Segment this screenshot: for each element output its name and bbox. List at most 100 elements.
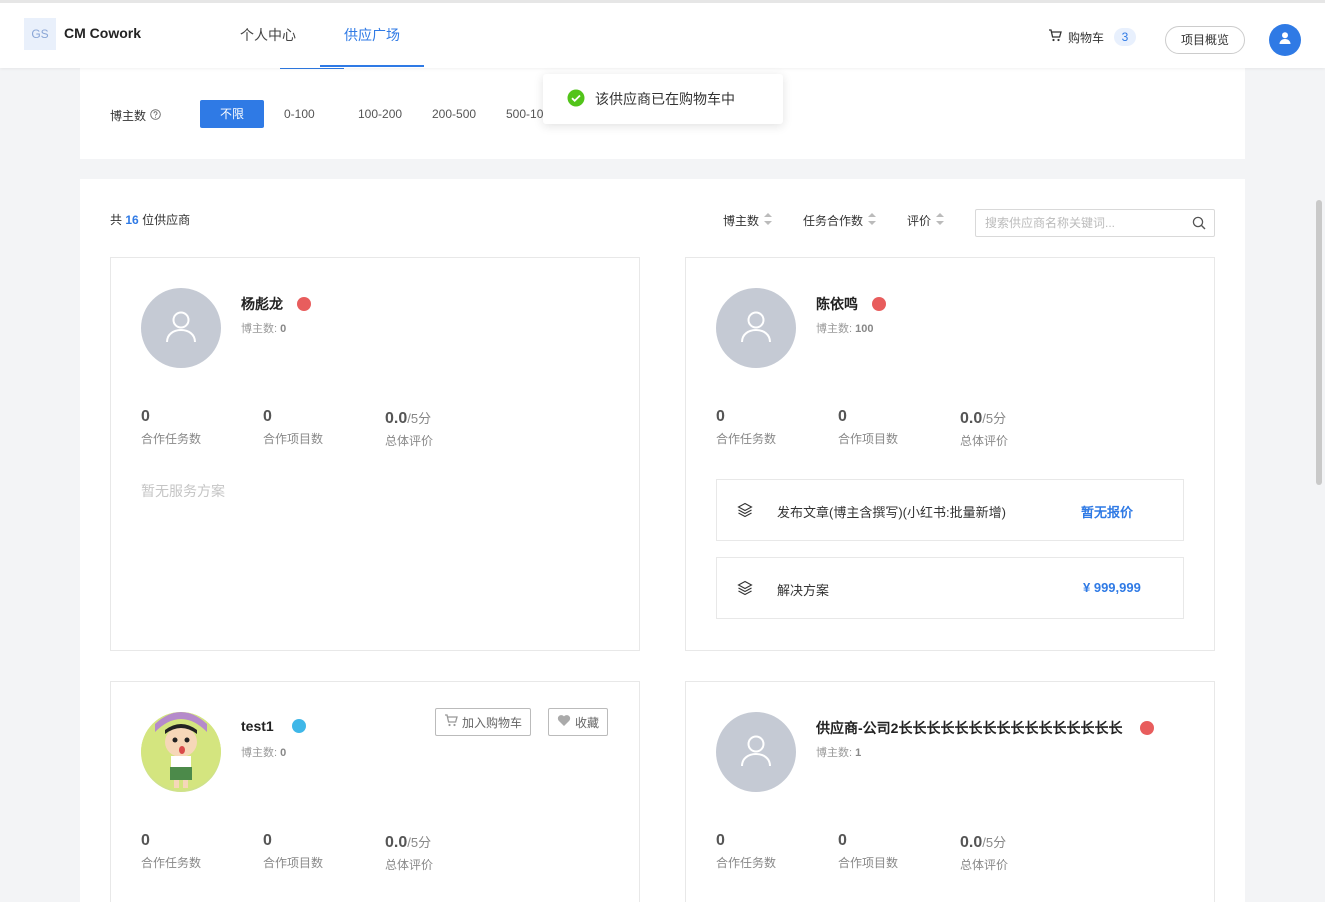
stat-tasks-label: 合作任务数 — [141, 856, 202, 870]
filter-option-200-500[interactable]: 200-500 — [432, 107, 476, 121]
user-avatar-button[interactable] — [1269, 24, 1301, 56]
sort-by-task-cooperations[interactable]: 任务合作数 — [803, 211, 877, 230]
blogger-count-value: 0 — [280, 323, 287, 335]
avatar — [716, 288, 796, 368]
supplier-name: 供应商-公司2长长长长长长长长长长长长长长长长 — [816, 720, 1123, 736]
sort-by-rating[interactable]: 评价 — [907, 211, 945, 230]
stat-rating-label: 总体评价 — [960, 434, 1009, 448]
cart-icon — [1048, 29, 1062, 45]
supplier-name: test1 — [241, 718, 274, 734]
supplier-name-row: test1 — [241, 718, 306, 734]
individual-badge-icon — [291, 719, 306, 734]
sort-label: 博主数 — [723, 214, 760, 228]
supplier-search-input[interactable] — [976, 210, 1176, 236]
cart-icon — [444, 714, 458, 730]
default-user-icon — [164, 309, 198, 348]
stat-tasks-value: 0 — [141, 408, 150, 425]
heart-icon — [557, 714, 571, 730]
supplier-search-box — [975, 209, 1215, 237]
stat-projects-value: 0 — [263, 408, 272, 425]
stat-rating: 0.0/5分 总体评价 — [385, 408, 433, 449]
rating-unit: /5分 — [982, 835, 1007, 850]
stat-rating-value: 0.0 — [960, 410, 983, 427]
filter-option-0-100[interactable]: 0-100 — [284, 107, 315, 121]
supplier-card[interactable]: 供应商-公司2长长长长长长长长长长长长长长长长 博主数: 1 0 合作任务数 0… — [685, 681, 1215, 902]
no-service-plan: 暂无服务方案 — [141, 483, 225, 499]
layers-icon — [737, 502, 753, 523]
stat-projects-label: 合作项目数 — [263, 856, 324, 870]
stat-rating-value: 0.0 — [385, 410, 408, 427]
stat-projects-label: 合作项目数 — [263, 432, 324, 446]
blogger-count-label: 博主数: — [816, 323, 853, 335]
blogger-count-label: 博主数: — [241, 747, 278, 759]
sort-label: 任务合作数 — [803, 214, 864, 228]
search-icon[interactable] — [1192, 216, 1206, 235]
stat-rating-value: 0.0 — [385, 834, 408, 851]
default-user-icon — [739, 733, 773, 772]
rating-unit: /5分 — [982, 411, 1007, 426]
stat-projects-value: 0 — [838, 832, 847, 849]
supplier-name-row: 陈依鸣 — [816, 294, 886, 314]
success-check-icon — [567, 89, 585, 110]
stat-projects-label: 合作项目数 — [838, 432, 899, 446]
rating-unit: /5分 — [407, 411, 432, 426]
service-plan-item[interactable]: 解决方案 ¥ 999,999 — [716, 557, 1184, 619]
favorite-button[interactable]: 收藏 — [548, 708, 609, 736]
supplier-name: 杨彪龙 — [241, 296, 283, 312]
supplier-card[interactable]: 杨彪龙 博主数: 0 0 合作任务数 0 合作项目数 0.0/5分 总体评价 暂… — [110, 257, 640, 651]
help-icon[interactable] — [150, 108, 161, 123]
stat-tasks: 0 合作任务数 — [141, 408, 201, 447]
cart-count-badge: 3 — [1114, 28, 1137, 46]
plan-name: 解决方案 — [777, 583, 830, 598]
tab-personal-center[interactable]: 个人中心 — [240, 25, 296, 45]
add-to-cart-button[interactable]: 加入购物车 — [435, 708, 532, 736]
service-plan-item[interactable]: 发布文章(博主含撰写)(小红书:批量新增) 暂无报价 — [716, 479, 1184, 541]
sort-caret-icon — [763, 211, 773, 230]
stat-tasks-value: 0 — [716, 408, 725, 425]
stat-rating-label: 总体评价 — [385, 434, 434, 448]
sort-label: 评价 — [907, 214, 932, 228]
favorite-label: 收藏 — [575, 715, 600, 730]
company-badge-icon — [872, 297, 886, 312]
supplier-name-row: 供应商-公司2长长长长长长长长长长长长长长长长 — [816, 718, 1155, 738]
stat-tasks: 0 合作任务数 — [141, 832, 201, 871]
sort-by-bloggers[interactable]: 博主数 — [723, 211, 773, 230]
filter-option-500-1000[interactable]: 500-10 — [506, 107, 543, 121]
stat-tasks-value: 0 — [716, 832, 725, 849]
active-tab-indicator — [320, 65, 424, 67]
blogger-count: 博主数: 1 — [816, 744, 861, 760]
stat-rating-value: 0.0 — [960, 834, 983, 851]
blogger-count: 博主数: 100 — [816, 320, 873, 336]
stat-rating: 0.0/5分 总体评价 — [960, 832, 1008, 873]
supplier-name-row: 杨彪龙 — [241, 294, 311, 314]
user-icon — [1278, 31, 1292, 50]
supplier-card[interactable]: 陈依鸣 博主数: 100 0 合作任务数 0 合作项目数 0.0/5分 总体评价… — [685, 257, 1215, 651]
tab-supply-square[interactable]: 供应广场 — [344, 25, 400, 45]
project-overview-button[interactable]: 项目概览 — [1165, 26, 1245, 54]
stat-rating-label: 总体评价 — [960, 858, 1009, 872]
blogger-count: 博主数: 0 — [241, 320, 286, 336]
stat-projects-value: 0 — [838, 408, 847, 425]
stat-projects: 0 合作项目数 — [838, 408, 898, 447]
cart-button[interactable]: 购物车 3 — [1048, 28, 1137, 46]
supplier-name: 陈依鸣 — [816, 296, 858, 312]
plan-price: ¥ 999,999 — [1083, 580, 1141, 595]
stat-projects: 0 合作项目数 — [838, 832, 898, 871]
blogger-count-value: 1 — [855, 747, 862, 759]
stat-projects: 0 合作项目数 — [263, 832, 323, 871]
avatar — [141, 712, 221, 792]
app-logo[interactable]: GS — [24, 18, 56, 50]
supplier-card[interactable]: test1 博主数: 0 加入购物车 收藏 0 合作任务数 0 合作项目数 0. — [110, 681, 640, 902]
filter-label-text: 博主数 — [110, 109, 147, 123]
top-navigation-bar: GS CM Cowork 个人中心 供应广场 购物车 3 项目概览 — [0, 0, 1325, 68]
filter-option-unlimited[interactable]: 不限 — [200, 100, 264, 128]
app-name: CM Cowork — [64, 25, 141, 41]
blogger-count-label: 博主数: — [241, 323, 278, 335]
stat-tasks-label: 合作任务数 — [716, 856, 777, 870]
rating-unit: /5分 — [407, 835, 432, 850]
layers-icon — [737, 580, 753, 601]
page-scrollbar[interactable] — [1316, 200, 1322, 485]
filter-option-100-200[interactable]: 100-200 — [358, 107, 402, 121]
plan-price: 暂无报价 — [1081, 505, 1134, 520]
sort-caret-icon — [935, 211, 945, 230]
